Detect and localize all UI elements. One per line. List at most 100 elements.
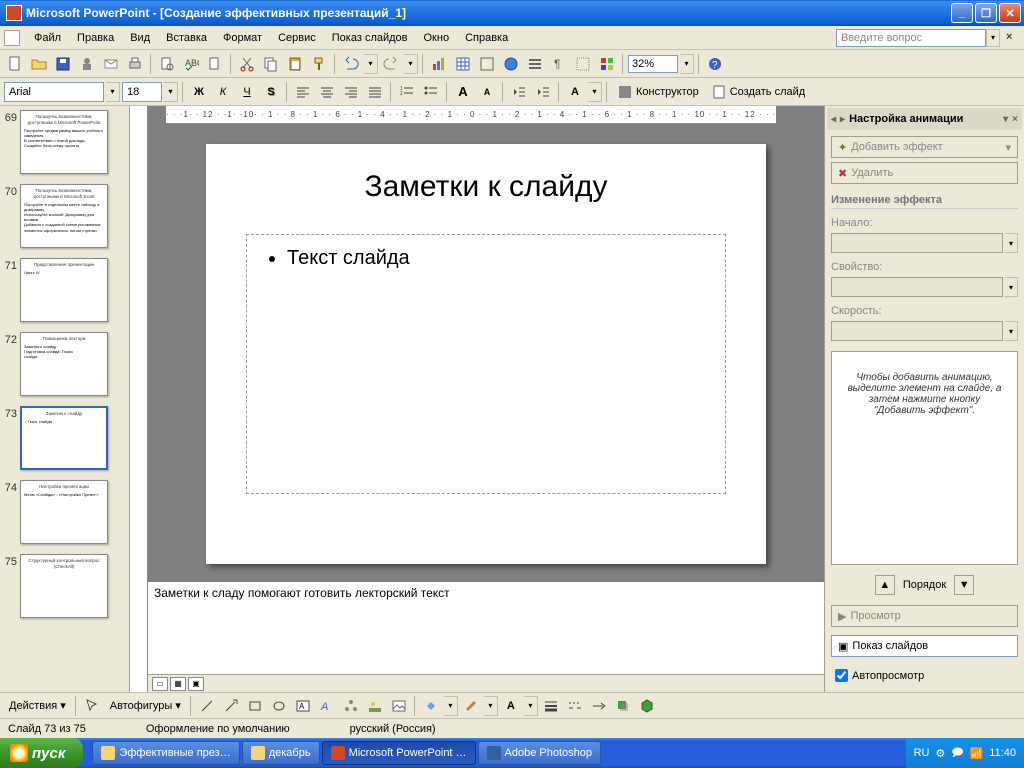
help-question-dropdown[interactable]: ▾	[986, 29, 1000, 47]
decrease-font-button[interactable]: A	[476, 81, 498, 103]
rectangle-button[interactable]	[244, 695, 266, 717]
textbox-button[interactable]: A	[292, 695, 314, 717]
bullets-button[interactable]	[420, 81, 442, 103]
sorter-view-button[interactable]: ▦	[170, 677, 186, 691]
start-button[interactable]: пуск	[0, 738, 83, 768]
thumb-preview[interactable]: Настройка презентацииМеню «Слайды» - «На…	[20, 480, 108, 544]
dash-style-button[interactable]	[564, 695, 586, 717]
insert-table-button[interactable]	[452, 53, 474, 75]
new-button[interactable]	[4, 53, 26, 75]
thumb-preview[interactable]: Заметки к слайду• Текст слайда	[20, 406, 108, 470]
menu-file[interactable]: Файл	[26, 29, 69, 47]
show-formatting-button[interactable]: ¶	[548, 53, 570, 75]
insert-chart-button[interactable]	[428, 53, 450, 75]
menu-tools[interactable]: Сервис	[270, 29, 324, 47]
arrow-style-button[interactable]	[588, 695, 610, 717]
tray-icon[interactable]: 📶	[970, 747, 984, 760]
diagram-button[interactable]	[340, 695, 362, 717]
menu-edit[interactable]: Правка	[69, 29, 122, 47]
thumbnails-panel[interactable]: 69Пользуясь возможностями, доступными в …	[0, 106, 130, 692]
line-button[interactable]	[196, 695, 218, 717]
menu-slideshow[interactable]: Показ слайдов	[324, 29, 416, 47]
fontcolor-draw-dropdown[interactable]: ▾	[524, 696, 538, 716]
taskbar-item-1[interactable]: декабрь	[242, 741, 320, 765]
line-style-button[interactable]	[540, 695, 562, 717]
thumbnail-74[interactable]: 74Настройка презентацииМеню «Слайды» - «…	[2, 480, 127, 544]
thumbnail-71[interactable]: 71Представление презентацииЧасть IV	[2, 258, 127, 322]
property-select[interactable]	[831, 277, 1003, 297]
taskbar-item-3[interactable]: Adobe Photoshop	[478, 741, 601, 765]
fontsize-dropdown[interactable]: ▾	[164, 82, 178, 102]
increase-indent-button[interactable]	[532, 81, 554, 103]
delete-effect-button[interactable]: ✖ Удалить	[831, 162, 1018, 184]
new-slide-button[interactable]: Создать слайд	[706, 81, 810, 103]
thumb-preview[interactable]: Структурный контрольный вопрос (CheckAll…	[20, 554, 108, 618]
fill-color-button[interactable]	[420, 695, 442, 717]
order-down-button[interactable]: ▼	[954, 575, 974, 595]
insert-hyperlink-button[interactable]	[500, 53, 522, 75]
taskpane-close-icon[interactable]: ×	[1012, 114, 1018, 125]
thumb-preview[interactable]: Представление презентацииЧасть IV	[20, 258, 108, 322]
clipart-button[interactable]	[364, 695, 386, 717]
bold-button[interactable]: Ж	[188, 81, 210, 103]
preview-button[interactable]: ▶ Просмотр	[831, 605, 1018, 627]
fill-dropdown[interactable]: ▾	[444, 696, 458, 716]
taskpane-fwd-icon[interactable]: ▸	[840, 114, 845, 125]
close-button[interactable]: ✕	[999, 3, 1021, 23]
autoshapes-button[interactable]: Автофигуры ▾	[105, 695, 186, 717]
thumb-preview[interactable]: Помощники лектораЗаметки к слайдуПодгото…	[20, 332, 108, 396]
actions-button[interactable]: Действия ▾	[4, 695, 71, 717]
font-box[interactable]: Arial	[4, 82, 104, 102]
autopreview-input[interactable]	[835, 669, 848, 682]
speed-dropdown[interactable]: ▾	[1005, 321, 1018, 341]
undo-dropdown[interactable]: ▾	[364, 54, 378, 74]
linecolor-dropdown[interactable]: ▾	[484, 696, 498, 716]
print-button[interactable]	[124, 53, 146, 75]
thumbnail-75[interactable]: 75Структурный контрольный вопрос (CheckA…	[2, 554, 127, 618]
align-left-button[interactable]	[292, 81, 314, 103]
print-preview-button[interactable]	[156, 53, 178, 75]
paste-button[interactable]	[284, 53, 306, 75]
italic-button[interactable]: К	[212, 81, 234, 103]
shadow-style-button[interactable]	[612, 695, 634, 717]
menu-insert[interactable]: Вставка	[158, 29, 215, 47]
redo-button[interactable]	[380, 53, 402, 75]
align-right-button[interactable]	[340, 81, 362, 103]
cut-button[interactable]	[236, 53, 258, 75]
slide-canvas[interactable]: Заметки к слайду Текст слайда	[206, 144, 766, 564]
slide-body[interactable]: Текст слайда	[246, 234, 726, 494]
normal-view-button[interactable]: ▭	[152, 677, 168, 691]
font-color-button[interactable]: A	[564, 81, 586, 103]
expand-all-button[interactable]	[524, 53, 546, 75]
thumbnail-73[interactable]: 73Заметки к слайду• Текст слайда	[2, 406, 127, 470]
oval-button[interactable]	[268, 695, 290, 717]
tray-lang[interactable]: RU	[914, 747, 930, 759]
thumbnail-69[interactable]: 69Пользуясь возможностями, доступными в …	[2, 110, 127, 174]
arrow-button[interactable]	[220, 695, 242, 717]
slide-pane[interactable]: Заметки к слайду Текст слайда	[148, 124, 824, 579]
spelling-button[interactable]: ABC	[180, 53, 202, 75]
speed-select[interactable]	[831, 321, 1003, 341]
font-color-draw-button[interactable]: A	[500, 695, 522, 717]
wordart-button[interactable]: A	[316, 695, 338, 717]
taskpane-back-icon[interactable]: ◂	[831, 114, 836, 125]
select-button[interactable]	[81, 695, 103, 717]
show-grid-button[interactable]	[572, 53, 594, 75]
menu-help[interactable]: Справка	[457, 29, 516, 47]
zoom-box[interactable]: 32%	[628, 55, 678, 73]
minimize-button[interactable]: _	[951, 3, 973, 23]
tables-borders-button[interactable]	[476, 53, 498, 75]
thumb-preview[interactable]: Пользуясь возможностями, доступными в Mi…	[20, 184, 108, 248]
open-button[interactable]	[28, 53, 50, 75]
increase-font-button[interactable]: A	[452, 81, 474, 103]
insert-picture-button[interactable]	[388, 695, 410, 717]
maximize-button[interactable]: ❐	[975, 3, 997, 23]
help-question-box[interactable]: Введите вопрос	[836, 29, 986, 47]
font-dropdown[interactable]: ▾	[106, 82, 120, 102]
taskbar-item-0[interactable]: Эффективные през…	[92, 741, 239, 765]
align-justify-button[interactable]	[364, 81, 386, 103]
permission-button[interactable]	[76, 53, 98, 75]
designer-button[interactable]: Конструктор	[612, 81, 704, 103]
tray-icon[interactable]: 🗩	[951, 744, 963, 763]
thumbnail-72[interactable]: 72Помощники лектораЗаметки к слайдуПодго…	[2, 332, 127, 396]
